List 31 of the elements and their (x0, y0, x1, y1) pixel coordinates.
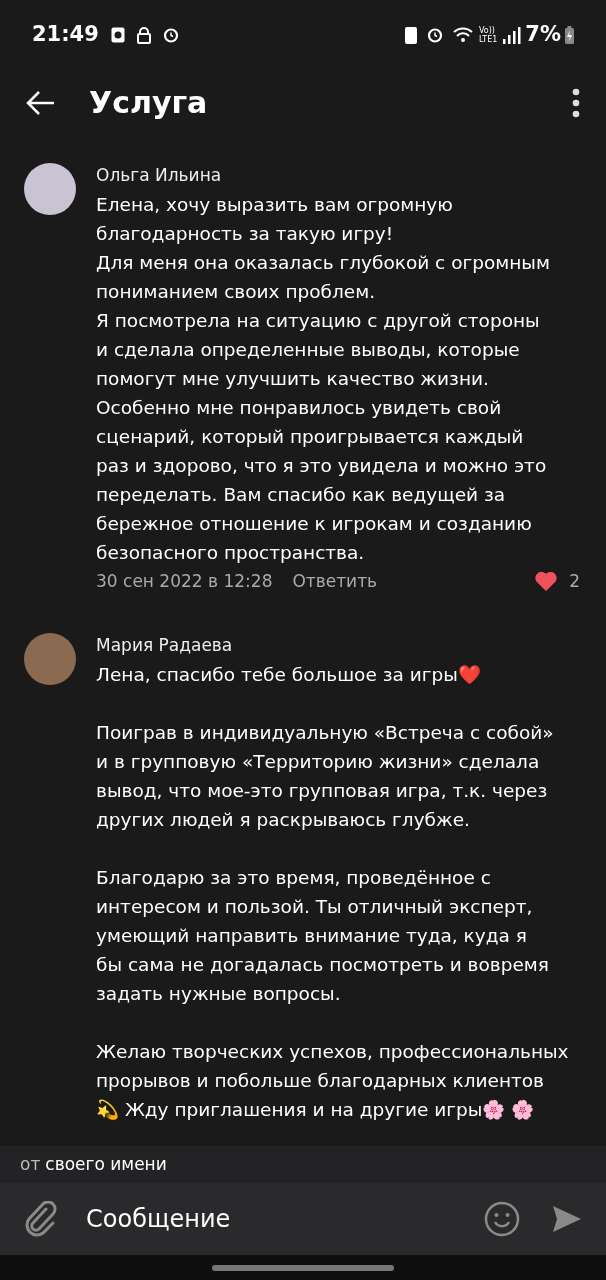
heart-icon[interactable] (535, 572, 558, 592)
sender-label[interactable]: своего имени (45, 1151, 167, 1178)
alarm-clock-icon (426, 27, 443, 43)
like-count: 2 (569, 570, 580, 593)
paperclip-icon[interactable] (24, 1201, 58, 1237)
avatar[interactable] (24, 163, 76, 215)
battery-saver-icon (404, 26, 417, 44)
volte-label: Vo)) (478, 26, 496, 35)
reply-link[interactable]: Ответить (292, 569, 378, 595)
network-label: LTE1 (478, 35, 498, 44)
author-name[interactable]: Ольга Ильина (96, 163, 582, 187)
battery-charging-icon (565, 26, 574, 44)
author-name[interactable]: Мария Радаева (96, 632, 582, 657)
page-title: Услуга (89, 84, 208, 122)
alarm-clock-icon (162, 27, 179, 43)
more-options-icon[interactable] (572, 87, 580, 118)
send-icon[interactable] (552, 1204, 582, 1234)
message-composer[interactable]: Сообщение (0, 1183, 606, 1255)
emoji-icon[interactable] (484, 1201, 520, 1237)
signal-icon (503, 26, 522, 44)
sender-prefix[interactable]: от (20, 1151, 41, 1178)
screenshot-icon (110, 27, 125, 43)
comment-date: 30 сен 2022 в 12:28 (96, 570, 273, 593)
battery-percent: 7% (525, 21, 561, 49)
home-indicator[interactable] (212, 1264, 394, 1271)
back-arrow-icon[interactable] (26, 89, 56, 116)
lock-icon (136, 26, 151, 44)
comment-text: Лена, спасибо тебе большое за игры❤ Поиграв в индивидуальную «Встреча с собой» и в групповую «Территорию жизни» сделала вывод, что мое-это групповая игра, т.к. через других людей я раскрываюсь глубже. Благодарю за это время, проведённое с интересом и пользой. Ты отличный эксперт, умеющий направить внимание туда, куда я бы сама не догадалась посмотреть и вовремя задать нужные вопросы. Желаю творческих успехов, профессиональных прорывов и побольше благодарных клиентов 💫 Жду приглашения и на другие игры🌸 🌸 (96, 662, 570, 1122)
wifi-icon (452, 27, 473, 43)
comment-text: Елена, хочу выразить вам огромную благодарность за такую игру! Для меня она оказалась глубокой с огромным пониманием своих проблем. Я посмотрела на ситуацию с другой стороны и сделала определенные выводы, которые помогут мне улучшить качество жизни. Особенно мне понравилось увидеть свой сценарий, который проигрывается каждый раз и здорово, что я это увидела и можно это переделать. Вам спасибо как ведущей за бережное отношение к игрокам и созданию безопасного пространства. (96, 193, 551, 565)
status-time: 21:49 (32, 21, 99, 49)
